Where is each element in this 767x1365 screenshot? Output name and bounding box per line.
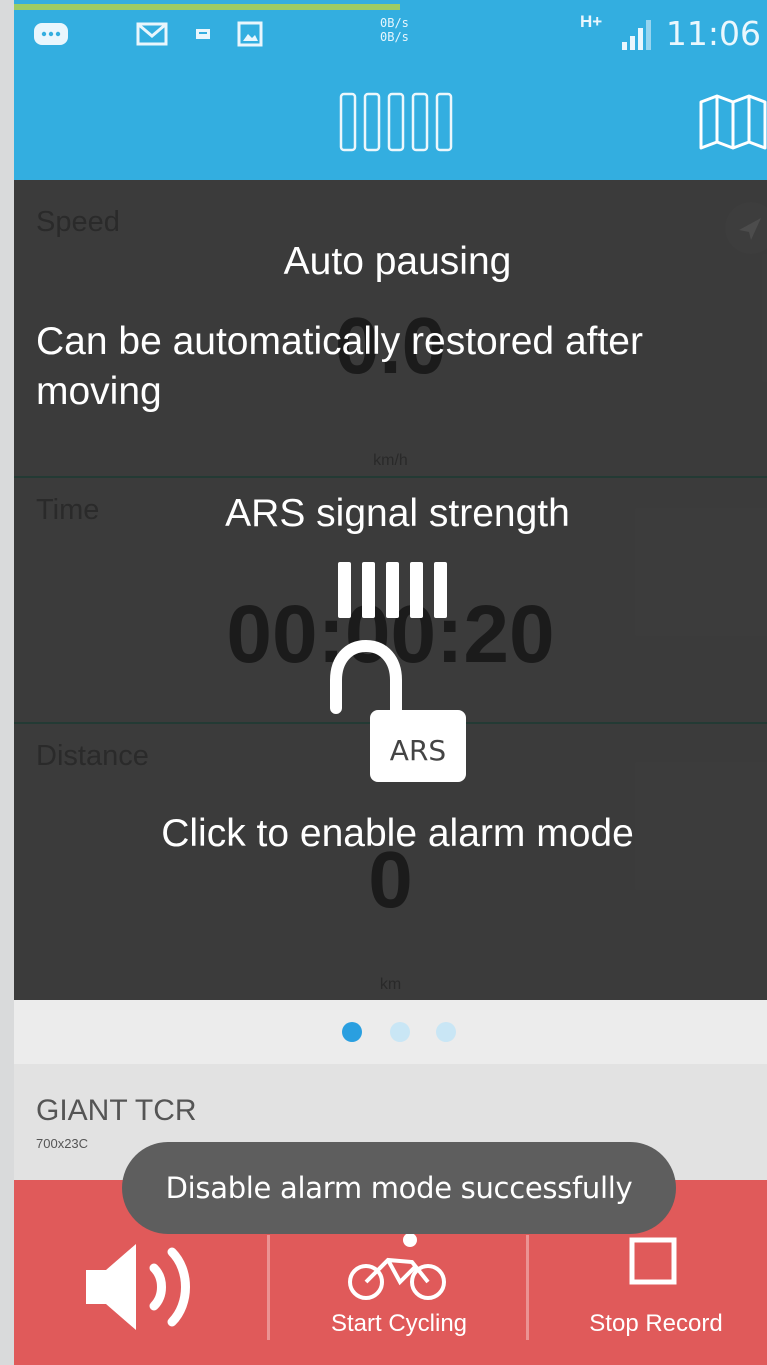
clock: 11:06 (665, 14, 761, 53)
page-indicator (14, 1000, 767, 1064)
ars-signal-icon (338, 558, 462, 625)
page-dot[interactable] (390, 1022, 410, 1042)
page-dot[interactable] (436, 1022, 456, 1042)
mail-icon (136, 20, 170, 53)
signal-icon (618, 18, 654, 57)
network-speed: 0B/s 0B/s (380, 16, 409, 44)
cyclist-icon (348, 1233, 446, 1300)
net-speed-up: 0B/s (380, 16, 409, 30)
alarm-hint: Click to enable alarm mode (161, 812, 634, 855)
network-type: H+ (580, 12, 603, 31)
bike-name: GIANT TCR (36, 1094, 197, 1127)
bike-tire-size: 700x23C (36, 1136, 89, 1151)
sms-icon (194, 20, 214, 53)
app-bar (14, 72, 767, 180)
map-button[interactable] (697, 90, 767, 159)
ars-lock-button[interactable]: ARS (324, 636, 474, 791)
page-dot-active[interactable] (342, 1022, 362, 1042)
ars-badge: ARS (389, 734, 447, 767)
app-screen: 0B/s 0B/s H+ 11:06 Speed 0.0 km/h Time 0… (14, 0, 767, 1365)
loading-progress (14, 4, 400, 10)
auto-pause-desc: Can be automatically restored after (36, 320, 643, 363)
status-bar: 0B/s 0B/s H+ 11:06 (14, 0, 767, 72)
sound-button[interactable] (80, 1232, 210, 1347)
net-speed-down: 0B/s (380, 30, 409, 44)
stop-square-icon (629, 1237, 677, 1285)
start-cycling-label: Start Cycling (330, 1310, 468, 1337)
chat-icon (32, 20, 72, 55)
image-icon (236, 20, 266, 55)
separator (267, 1235, 270, 1340)
stop-record-label: Stop Record (589, 1310, 723, 1337)
auto-pause-title: Auto pausing (283, 240, 512, 283)
speaker-icon (86, 1244, 190, 1330)
ars-title: ARS signal strength (225, 492, 570, 535)
auto-pause-desc-cont: moving (36, 370, 162, 413)
help-overlay[interactable]: Auto pausing Can be automatically restor… (14, 180, 767, 1000)
map-icon (699, 94, 767, 150)
signal-strength-icon (339, 90, 463, 159)
toast-message: Disable alarm mode successfully (122, 1142, 676, 1234)
